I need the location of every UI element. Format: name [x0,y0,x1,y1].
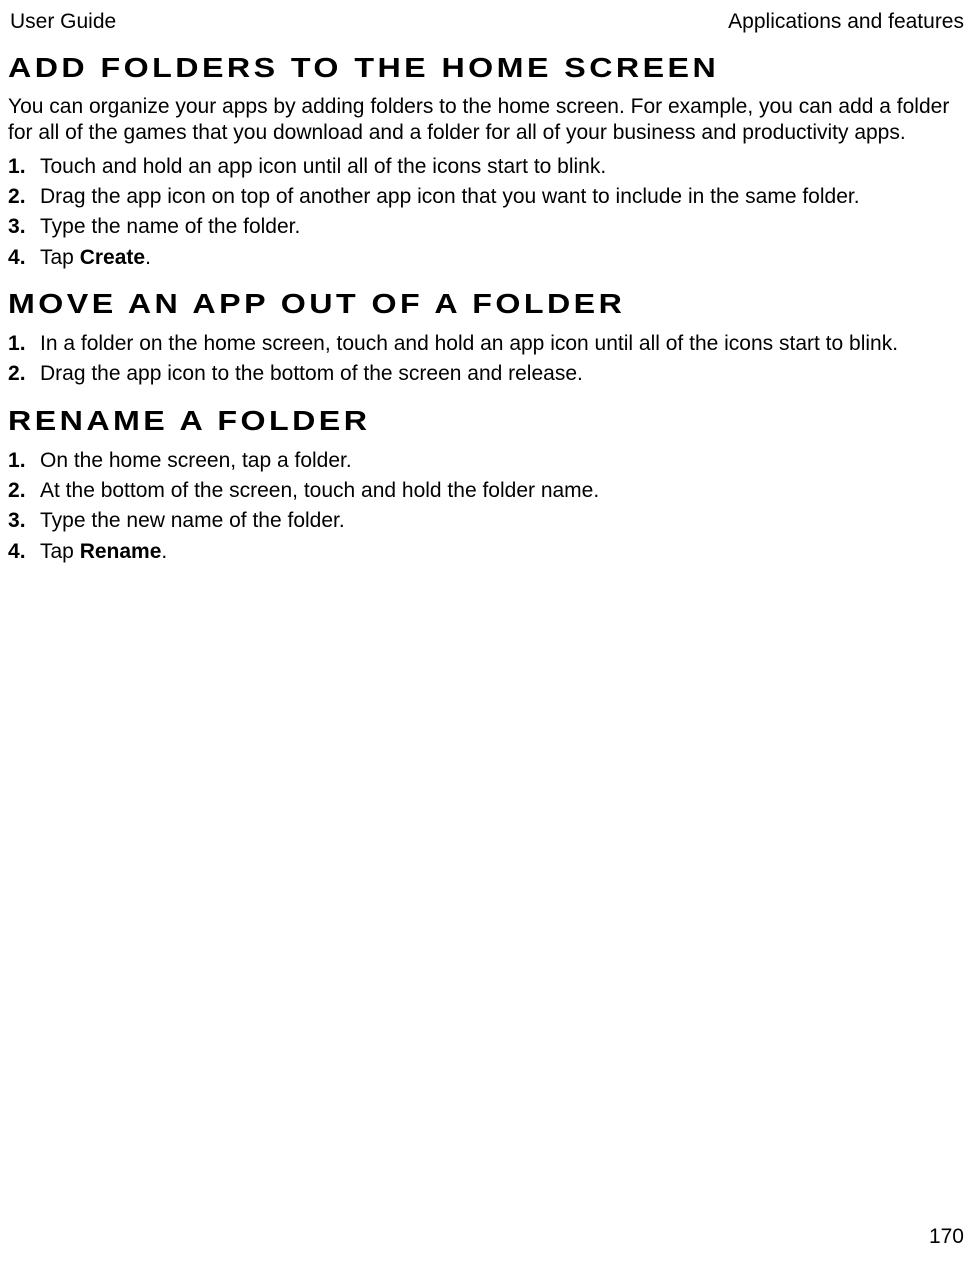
page-number: 170 [929,1225,964,1249]
steps-move-app: In a folder on the home screen, touch an… [8,330,966,389]
step-item: Type the new name of the folder. [8,507,966,535]
step-item: At the bottom of the screen, touch and h… [8,477,966,505]
heading-move-app: Move an app out of a folder [8,288,944,320]
step-item: On the home screen, tap a folder. [8,447,966,475]
step-item: Touch and hold an app icon until all of … [8,153,966,181]
step-item: In a folder on the home screen, touch an… [8,330,966,358]
section-rename-folder: Rename a folder On the home screen, tap … [8,405,966,566]
steps-rename-folder: On the home screen, tap a folder. At the… [8,447,966,566]
step-item: Type the name of the folder. [8,213,966,241]
step-item: Tap Create. [8,244,966,272]
heading-rename-folder: Rename a folder [8,405,944,437]
steps-add-folders: Touch and hold an app icon until all of … [8,153,966,272]
step-item: Drag the app icon to the bottom of the s… [8,360,966,388]
header-right: Applications and features [728,10,964,34]
heading-add-folders: Add folders to the home screen [8,52,944,84]
section-add-folders: Add folders to the home screen You can o… [8,52,966,272]
document-header: User Guide Applications and features [8,10,966,34]
step-item: Tap Rename. [8,538,966,566]
step-item: Drag the app icon on top of another app … [8,183,966,211]
header-left: User Guide [10,10,116,34]
section-move-app: Move an app out of a folder In a folder … [8,288,966,389]
intro-add-folders: You can organize your apps by adding fol… [8,94,966,147]
